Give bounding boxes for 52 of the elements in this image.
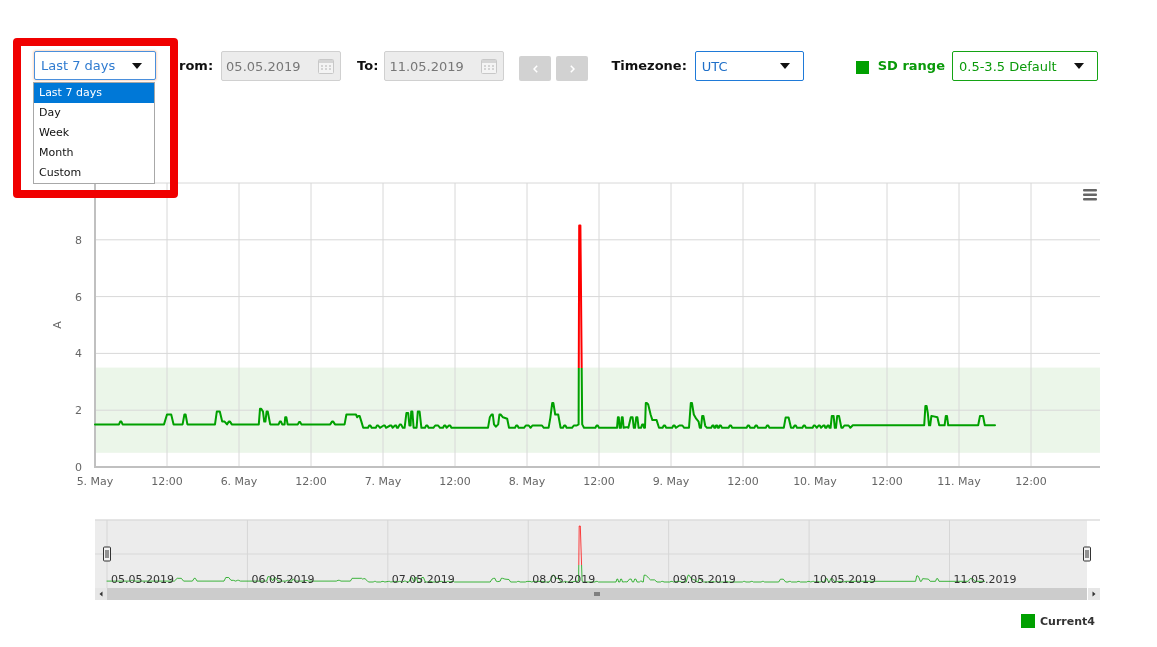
sd-range-label: SD range [877,57,945,75]
scroll-right-button[interactable] [1088,588,1100,600]
x-axis-label: 9. May [652,475,690,488]
y-axis-label: 2 [75,404,82,418]
x-axis-label: 12:00 [151,475,183,488]
x-axis-label: 8. May [508,475,546,488]
dropdown-option[interactable]: Day [34,103,154,123]
x-axis-label: 10. May [793,475,837,488]
caret-icon [132,62,142,69]
to-date-field[interactable]: 11.05.2019 [384,51,505,81]
caret-icon [779,63,790,69]
x-axis-label: 11. May [937,475,981,488]
scrollbar-thumb[interactable] [107,588,1087,600]
x-axis-label: 5. May [76,475,114,488]
y-axis-label: 6 [75,290,82,304]
navigator-date-label: 09.05.2019 [672,573,736,586]
legend-item[interactable]: Current4 [1021,614,1095,628]
x-axis-label: 7. May [364,475,402,488]
menu-icon[interactable] [1083,189,1097,201]
x-axis-label: 12:00 [295,475,327,488]
calendar-icon [481,58,498,74]
period-select[interactable]: Last 7 days [34,51,156,80]
sd-range-swatch-icon [855,61,869,74]
from-label: rom: [179,57,214,75]
scroll-left-button[interactable] [95,588,107,600]
sd-range-select[interactable]: 0.5-3.5 Default [952,51,1098,81]
x-axis-label: 6. May [220,475,258,488]
y-axis-label: 8 [75,233,82,247]
x-axis-label: 12:00 [439,475,471,488]
navigator-date-label: 11.05.2019 [953,573,1017,586]
navigator-handle[interactable] [103,546,111,562]
dropdown-option[interactable]: Custom [34,163,154,183]
to-label: To: [357,57,379,75]
x-axis-label: 12:00 [727,475,759,488]
calendar-icon [318,58,335,74]
navigator-handle[interactable] [1083,546,1091,562]
y-axis-label: 0 [75,461,82,474]
y-axis-label: 4 [75,347,82,361]
navigator-date-label: 08.05.2019 [532,573,596,586]
caret-icon [1074,63,1084,69]
dropdown-option[interactable]: Last 7 days [34,83,154,103]
chevron-left-icon [532,64,538,73]
x-axis-label: 12:00 [583,475,615,488]
timezone-select[interactable]: UTC [694,51,804,81]
dropdown-option[interactable]: Week [34,123,154,143]
x-axis-label: 12:00 [871,475,903,488]
from-date-field[interactable]: 05.05.2019 [221,51,342,81]
dropdown-option[interactable]: Month [34,143,154,163]
timezone-label: Timezone: [611,57,687,75]
chevron-right-icon [569,64,575,73]
x-axis-label: 12:00 [1015,475,1047,488]
y-axis-title: A [51,321,64,329]
